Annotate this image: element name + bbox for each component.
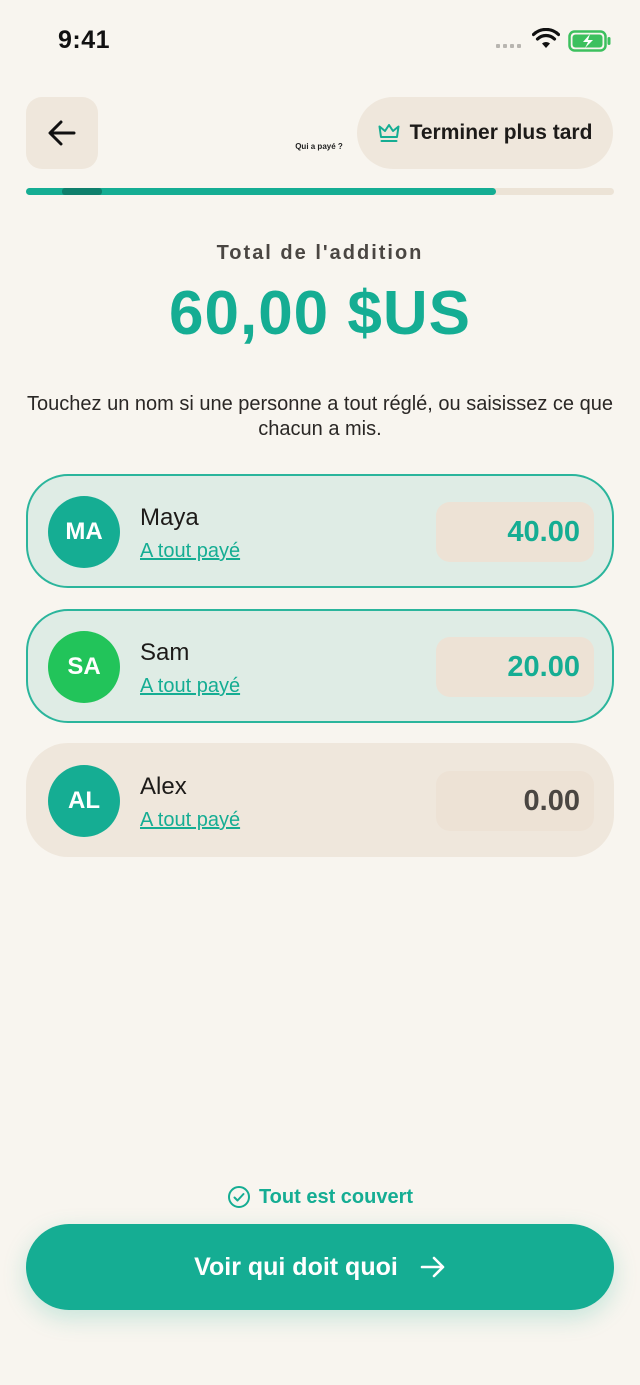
signal-icon [496, 44, 521, 48]
progress-bar [26, 188, 614, 195]
page-title: Qui a payé ? [295, 142, 343, 151]
cta-label: Voir qui doit quoi [194, 1252, 398, 1281]
person-name: Maya [140, 504, 199, 531]
paid-all-link[interactable]: A tout payé [140, 540, 240, 563]
person-card-maya[interactable]: MA Maya A tout payé 40.00 [26, 474, 614, 588]
check-circle-icon [227, 1186, 250, 1208]
amount-input[interactable]: 40.00 [436, 502, 594, 562]
avatar: MA [48, 496, 120, 568]
finish-later-label: Terminer plus tard [409, 121, 593, 144]
battery-icon [568, 30, 611, 52]
back-button[interactable] [26, 97, 98, 169]
person-card-sam[interactable]: SA Sam A tout payé 20.00 [26, 609, 614, 723]
person-card-alex[interactable]: AL Alex A tout payé 0.00 [26, 743, 614, 857]
arrow-right-icon [420, 1256, 445, 1278]
paid-all-link[interactable]: A tout payé [140, 809, 240, 832]
wifi-icon [532, 28, 560, 48]
person-name: Sam [140, 639, 190, 666]
status-time: 9:41 [58, 26, 111, 54]
person-name: Alex [140, 773, 187, 800]
back-arrow-icon [48, 120, 76, 146]
see-who-owes-button[interactable]: Voir qui doit quoi [26, 1224, 614, 1310]
coverage-status: Tout est couvert [0, 1185, 640, 1209]
avatar: AL [48, 765, 120, 837]
amount-input[interactable]: 0.00 [436, 771, 594, 831]
coverage-status-text: Tout est couvert [258, 1185, 414, 1208]
instructions-text: Touchez un nom si une personne a tout ré… [27, 393, 613, 440]
amount-input[interactable]: 20.00 [436, 637, 594, 697]
total-label: Total de l'addition [216, 242, 424, 264]
finish-later-button[interactable]: Terminer plus tard [357, 97, 613, 169]
total-amount: 60,00 $US [169, 279, 471, 348]
avatar: SA [48, 631, 120, 703]
status-bar: 9:41 [0, 0, 640, 80]
paid-all-link[interactable]: A tout payé [140, 675, 240, 698]
crown-icon [378, 124, 400, 142]
progress-segment [62, 188, 102, 195]
